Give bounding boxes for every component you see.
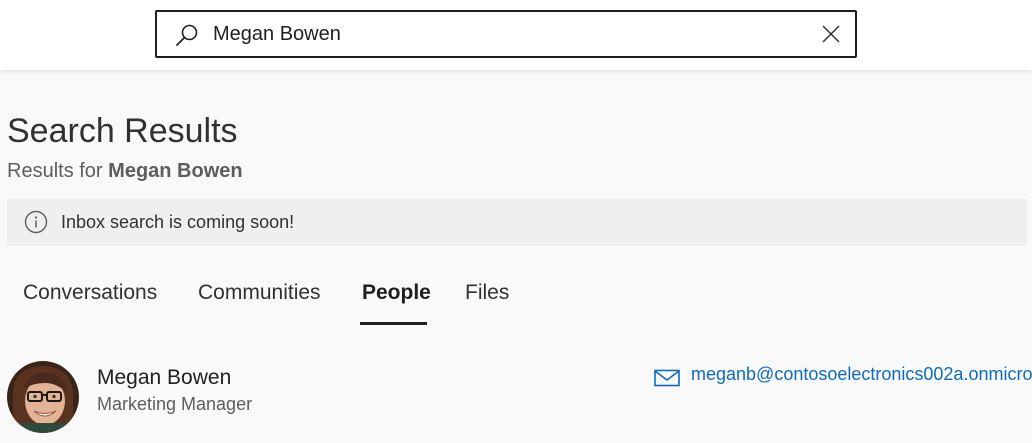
tab-conversations[interactable]: Conversations [23,281,157,305]
tab-people[interactable]: People [362,281,431,305]
banner-text: Inbox search is coming soon! [61,212,295,232]
info-icon [24,210,48,234]
avatar[interactable] [7,361,79,433]
tab-communities[interactable]: Communities [198,281,321,305]
search-box[interactable] [155,10,857,58]
person-email-link[interactable]: meganb@contosoelectronics002a.onmicrosof… [691,364,1032,385]
person-name[interactable]: Megan Bowen [97,366,231,390]
page-title: Search Results [7,112,238,150]
results-prefix: Results for [7,160,103,182]
info-banner: Inbox search is coming soon! [7,199,1027,246]
close-icon[interactable] [821,24,841,44]
results-for-label: Results for Megan Bowen [7,160,243,183]
email-clip: meganb@contosoelectronics002a.onmicrosof… [691,360,1032,390]
top-bar [0,0,1032,70]
person-photo [7,361,79,433]
mail-icon [654,369,680,387]
tab-files[interactable]: Files [465,281,509,305]
search-icon [176,24,198,46]
results-query: Megan Bowen [108,160,243,182]
person-job-title: Marketing Manager [97,394,253,414]
active-tab-indicator [360,322,427,325]
search-input[interactable] [213,18,803,50]
